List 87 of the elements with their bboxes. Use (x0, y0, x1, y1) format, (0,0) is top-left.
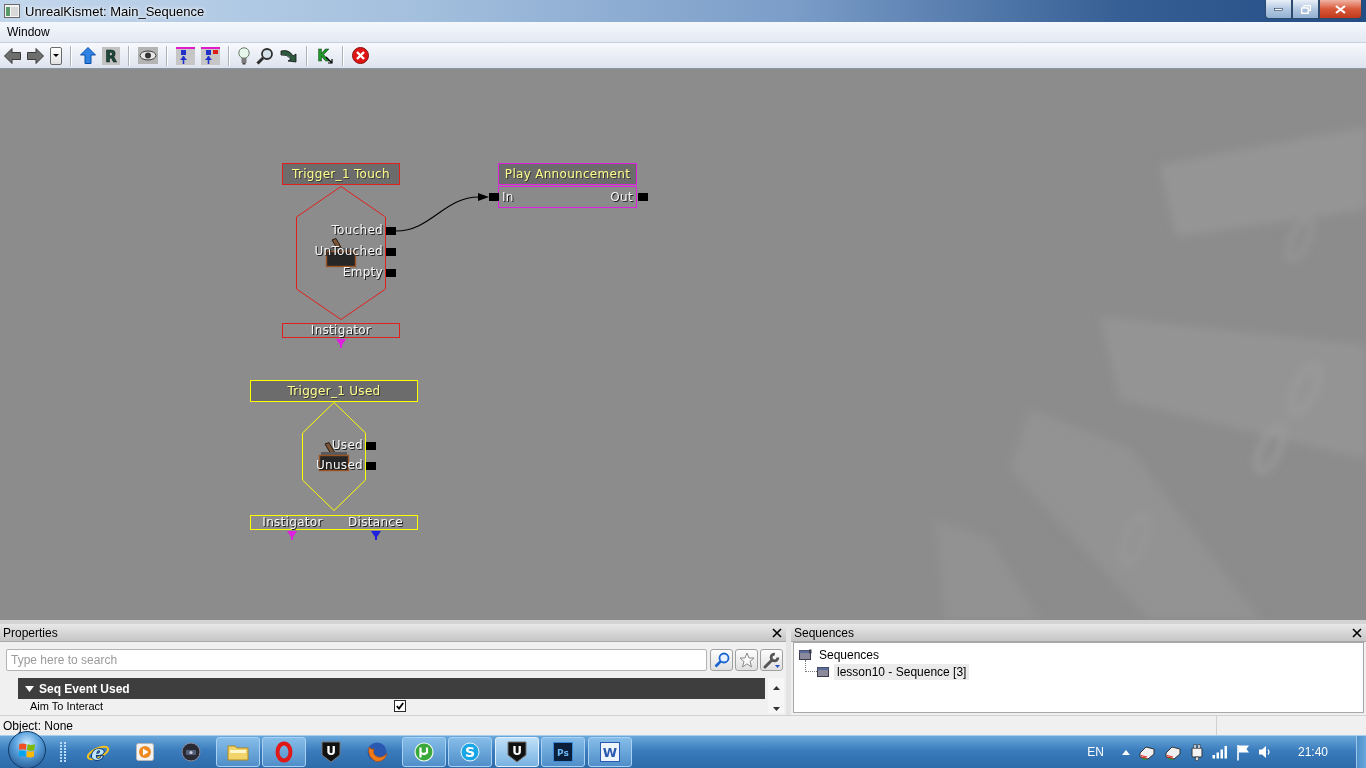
output-label: Used (331, 438, 363, 453)
four-pane-flag-icon (18, 741, 36, 759)
search-field[interactable]: Type here to search (6, 649, 707, 671)
property-label: Aim To Interact (30, 700, 105, 712)
scroll-up-icon[interactable] (772, 686, 780, 690)
arrow-up-icon[interactable] (80, 47, 96, 64)
variable-port-icon[interactable] (371, 531, 381, 540)
u-shield-icon: U (320, 741, 341, 763)
window-title: UnrealKismet: Main_Sequence (25, 3, 205, 19)
output-label: UnTouched (314, 244, 383, 259)
arrow-right-icon[interactable] (27, 47, 44, 64)
output-label: Empty (342, 265, 383, 280)
search-icon (713, 652, 730, 668)
status-text: Object: None (2, 718, 74, 733)
eye-icon[interactable] (138, 47, 158, 64)
u-shield-icon: U (506, 741, 527, 763)
panel-title: Properties (3, 625, 58, 640)
wrench-icon (762, 651, 781, 669)
output-label: Touched (331, 223, 383, 238)
arrow-left-icon[interactable] (4, 47, 21, 64)
options-button[interactable] (760, 649, 783, 671)
input-port-icon[interactable] (489, 193, 499, 201)
language-indicator[interactable]: EN (1087, 745, 1104, 759)
variable-label: Instigator (262, 516, 323, 529)
tree-item[interactable]: lesson10 - Sequence [3] (834, 663, 970, 680)
folder-icon (226, 743, 249, 761)
variable-label: Instigator (310, 324, 372, 337)
fox-globe-icon (366, 741, 388, 763)
minimize-icon (1274, 7, 1283, 11)
panel-title: Sequences (794, 625, 855, 640)
node-title: Play Announcement (498, 163, 637, 185)
close-icon (1335, 4, 1346, 14)
search-button[interactable] (710, 649, 733, 671)
category-header[interactable]: Seq Event Used (18, 678, 765, 699)
menu-item[interactable]: Window (0, 25, 57, 39)
caret-down-icon (53, 54, 59, 57)
scrollbar[interactable] (768, 678, 784, 713)
output-label: Out (610, 189, 633, 204)
close-button[interactable] (1319, 0, 1362, 19)
taskbar-button[interactable] (262, 737, 306, 767)
clock[interactable]: 21:40 (1297, 745, 1328, 759)
input-label: In (502, 189, 514, 204)
taskbar-button[interactable] (401, 737, 446, 767)
app-window-icon (4, 4, 20, 18)
variable-label: Distance (348, 516, 403, 529)
sequence-icon (799, 649, 812, 660)
device-icon[interactable] (1163, 744, 1182, 760)
taskbar-button[interactable]: Ps (541, 737, 585, 767)
dropdown-button[interactable] (50, 46, 62, 65)
device-icon[interactable] (1137, 744, 1156, 760)
restore-icon (1300, 4, 1311, 14)
taskbar-button[interactable]: U (494, 737, 539, 767)
power-plug-icon[interactable] (1189, 743, 1204, 761)
x-circle-icon[interactable] (352, 47, 369, 64)
scroll-down-icon[interactable] (772, 707, 780, 711)
node-title: Trigger_1 Used (250, 380, 418, 402)
minimize-button[interactable] (1265, 0, 1292, 19)
bar-arrow-flag-icon[interactable] (201, 46, 220, 65)
curved-arrow-icon[interactable] (280, 48, 298, 63)
magnifier-icon[interactable] (256, 46, 274, 65)
taskbar-button[interactable]: W (587, 737, 632, 767)
taskbar-button[interactable] (215, 737, 260, 767)
drag-dots-icon (60, 742, 66, 762)
star-icon (738, 652, 755, 668)
close-icon[interactable] (1352, 627, 1362, 638)
sequence-icon (817, 666, 830, 677)
checkmark-icon (396, 702, 404, 710)
signal-bars-icon[interactable] (1211, 745, 1228, 759)
s-circle-icon: S (460, 742, 480, 762)
restore-button[interactable] (1292, 0, 1319, 19)
webcam-icon (181, 742, 201, 762)
start-button[interactable] (8, 731, 46, 768)
close-icon[interactable] (772, 627, 782, 638)
light-bulb-icon[interactable] (238, 46, 250, 65)
node-title: Trigger_1 Touch (282, 163, 400, 185)
mu-circle-icon (413, 742, 434, 762)
tree-item[interactable]: Sequences (816, 646, 883, 663)
flag-icon[interactable] (1235, 743, 1250, 761)
checkbox[interactable] (394, 700, 406, 712)
caret-up-icon[interactable] (1121, 749, 1130, 755)
letter-tile-icon: W (599, 742, 620, 762)
taskbar-button[interactable]: U (308, 737, 353, 767)
letter-tile-icon[interactable]: R (102, 46, 120, 65)
play-tile-icon (135, 743, 154, 761)
speaker-icon[interactable] (1257, 744, 1272, 760)
letter-tile-icon: Ps (553, 742, 573, 762)
ring-icon (275, 741, 293, 763)
